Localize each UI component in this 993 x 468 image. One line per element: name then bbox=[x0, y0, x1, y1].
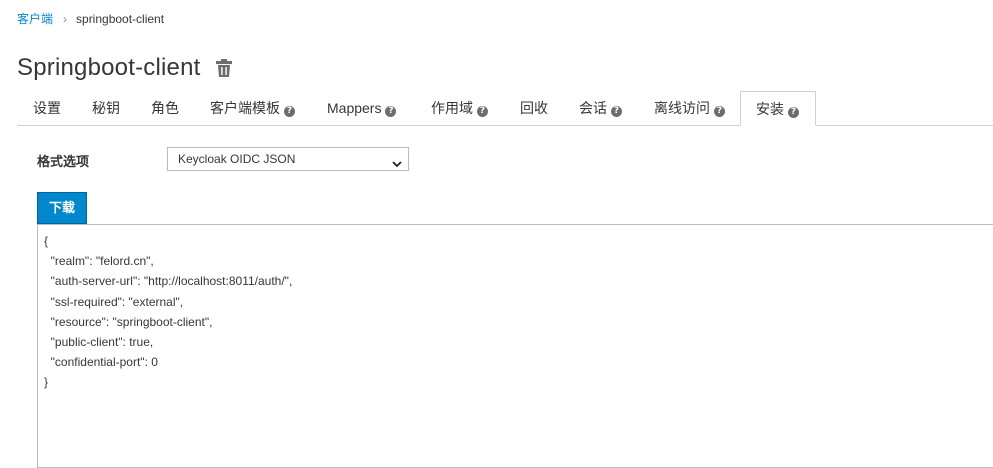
chevron-down-icon bbox=[392, 154, 402, 168]
tab-sessions[interactable]: 会话? bbox=[579, 91, 622, 125]
tab-label: Mappers bbox=[327, 100, 382, 116]
tab-client-templates[interactable]: 客户端模板? bbox=[210, 91, 295, 125]
tab-label: 离线访问 bbox=[654, 100, 710, 116]
title-row: Springboot-client bbox=[17, 54, 233, 82]
tab-label: 会话 bbox=[579, 100, 607, 116]
tab-settings[interactable]: 设置 bbox=[33, 91, 61, 125]
breadcrumb: 客户端 › springboot-client bbox=[17, 10, 164, 27]
help-icon: ? bbox=[477, 106, 488, 117]
tab-label: 作用域 bbox=[431, 100, 473, 116]
breadcrumb-separator: › bbox=[63, 11, 68, 26]
tab-installation[interactable]: 安装? bbox=[740, 91, 816, 126]
config-line: "ssl-required": "external", bbox=[44, 294, 184, 309]
format-option-select[interactable]: Keycloak OIDC JSON bbox=[167, 147, 409, 171]
config-line: { bbox=[44, 234, 49, 248]
config-line: "resource": "springboot-client", bbox=[44, 314, 213, 329]
config-line: "public-client": true, bbox=[44, 334, 154, 349]
format-option-value: Keycloak OIDC JSON bbox=[178, 152, 296, 166]
config-line: } bbox=[44, 375, 49, 390]
tab-roles[interactable]: 角色 bbox=[151, 91, 179, 125]
breadcrumb-clients-link[interactable]: 客户端 bbox=[17, 10, 53, 27]
trash-icon[interactable] bbox=[215, 58, 233, 78]
breadcrumb-current: springboot-client bbox=[76, 11, 165, 26]
config-line: "confidential-port": 0 bbox=[44, 355, 158, 370]
format-option-label: 格式选项 bbox=[37, 154, 90, 169]
tab-label: 设置 bbox=[33, 100, 61, 116]
config-line: "auth-server-url": "http://localhost:801… bbox=[44, 274, 293, 289]
tab-label: 角色 bbox=[151, 100, 179, 116]
tab-label: 秘钥 bbox=[92, 100, 120, 116]
download-button[interactable]: 下载 bbox=[37, 192, 87, 224]
tab-label: 回收 bbox=[520, 100, 548, 116]
tab-offline-access[interactable]: 离线访问? bbox=[654, 91, 725, 125]
installation-config-textarea[interactable]: { "realm": "felord.cn", "auth-server-url… bbox=[37, 224, 993, 468]
tab-bar: 设置 秘钥 角色 客户端模板? Mappers? 作用域? 回收 会话? 离线访… bbox=[17, 91, 993, 126]
tab-label: 客户端模板 bbox=[210, 100, 280, 116]
help-icon: ? bbox=[284, 106, 295, 117]
help-icon: ? bbox=[788, 107, 799, 118]
config-line: "realm": "felord.cn", bbox=[44, 254, 154, 269]
help-icon: ? bbox=[385, 106, 397, 117]
tab-label: 安装 bbox=[756, 101, 784, 117]
tab-scope[interactable]: 作用域? bbox=[431, 91, 488, 125]
tab-revocation[interactable]: 回收 bbox=[520, 91, 548, 125]
help-icon: ? bbox=[611, 106, 622, 117]
tab-mappers[interactable]: Mappers? bbox=[327, 91, 397, 125]
tab-credentials[interactable]: 秘钥 bbox=[92, 91, 120, 125]
help-icon: ? bbox=[714, 106, 725, 117]
page-title: Springboot-client bbox=[17, 54, 201, 81]
